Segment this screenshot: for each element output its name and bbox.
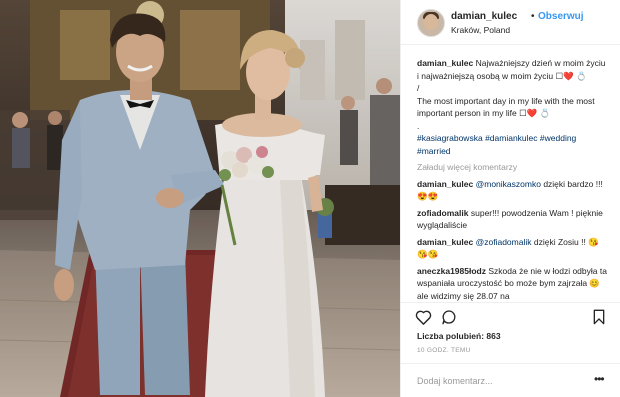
bookmark-icon[interactable] (592, 309, 606, 330)
caption-dot: . (417, 120, 420, 131)
comment-item: zofiadomalik super!!! powodzenia Wam ! p… (417, 207, 609, 232)
add-comment-bar: ••• (401, 363, 620, 397)
hashtag-link[interactable]: #damiankulec (485, 133, 537, 143)
location-link[interactable]: Kraków, Poland (451, 25, 510, 35)
post-header: damian_kulec • Obserwuj Kraków, Poland (401, 0, 620, 45)
caption-author[interactable]: damian_kulec (417, 58, 473, 68)
caption-emoji-en: ☐❤️ 💍 (519, 108, 551, 118)
comment-mention[interactable]: @zofiadomalik (476, 237, 532, 247)
comment-author[interactable]: aneczka1985łodz (417, 266, 486, 276)
hashtag-link[interactable]: #married (417, 146, 451, 156)
add-comment-input[interactable] (415, 372, 589, 390)
comment-author[interactable]: zofiadomalik (417, 208, 468, 218)
comment-author[interactable]: damian_kulec (417, 179, 473, 189)
more-options-icon[interactable]: ••• (594, 372, 605, 386)
caption-emoji-pl: ☐❤️ 💍 (555, 70, 587, 81)
post-photo (0, 0, 400, 397)
hashtag-link[interactable]: #kasiagrabowska (417, 133, 483, 143)
load-more-comments-link[interactable]: Załaduj więcej komentarzy (417, 161, 609, 174)
comments-section: damian_kulec Najważniejszy dzień w moim … (401, 45, 620, 302)
comment-author[interactable]: damian_kulec (417, 237, 473, 247)
post-timestamp: 10 GODZ. TEMU (417, 347, 471, 354)
separator-dot: • (531, 11, 535, 22)
author-username[interactable]: damian_kulec (451, 11, 517, 22)
caption-text-en: The most important day in my life with t… (417, 95, 595, 119)
heart-icon[interactable] (415, 309, 432, 330)
post-side-panel: damian_kulec • Obserwuj Kraków, Poland d… (400, 0, 620, 397)
wedding-photo-illustration (0, 0, 400, 397)
avatar[interactable] (417, 9, 445, 37)
likes-count[interactable]: Liczba polubień: 863 (417, 331, 501, 341)
caption: damian_kulec Najważniejszy dzień w moim … (417, 57, 609, 157)
comment-item: aneczka1985łodz Szkoda że nie w łodzi od… (417, 265, 609, 303)
action-bar (401, 302, 620, 332)
caption-slash: / (417, 83, 420, 93)
hashtag-link[interactable]: #wedding (540, 133, 576, 143)
follow-button[interactable]: Obserwuj (538, 11, 584, 22)
comment-item: damian_kulec @zofiadomalik dzięki Zosiu … (417, 236, 609, 261)
comment-mention[interactable]: @monikaszomko (476, 179, 541, 189)
comment-item: damian_kulec @monikaszomko dzięki bardzo… (417, 178, 609, 203)
comment-icon[interactable] (441, 309, 457, 330)
